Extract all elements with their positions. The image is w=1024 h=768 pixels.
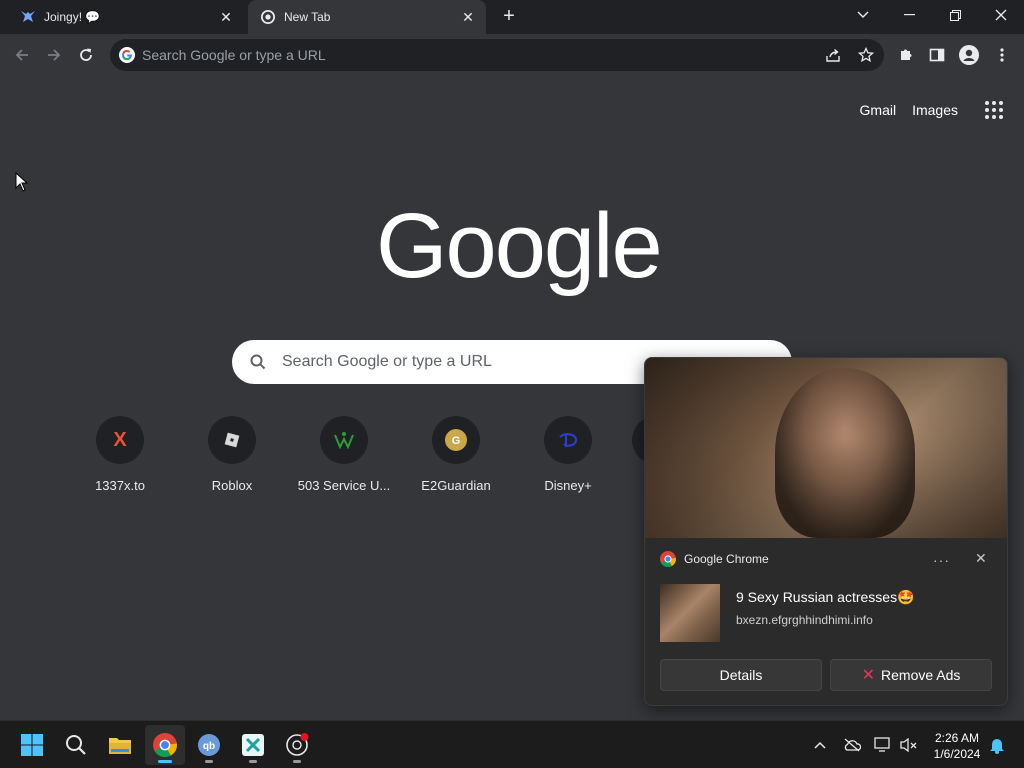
google-apps-grid-icon[interactable] bbox=[982, 98, 1006, 122]
side-panel-icon[interactable] bbox=[924, 42, 950, 68]
taskbar-search-icon[interactable] bbox=[56, 725, 96, 765]
omnibox-input[interactable] bbox=[142, 47, 884, 63]
tab-close-icon[interactable]: ✕ bbox=[458, 7, 478, 27]
network-icon[interactable] bbox=[872, 731, 894, 759]
roblox-favicon-icon bbox=[208, 416, 256, 464]
reload-button[interactable] bbox=[73, 42, 99, 68]
disney-plus-favicon-icon bbox=[544, 416, 592, 464]
details-label: Details bbox=[719, 667, 763, 683]
svg-text:G: G bbox=[452, 435, 461, 447]
mouse-cursor-icon bbox=[15, 172, 29, 192]
reload-icon bbox=[80, 48, 92, 61]
notification-app-name: Google Chrome bbox=[684, 552, 769, 566]
notification-details-button[interactable]: Details bbox=[660, 659, 822, 691]
extensions-puzzle-icon[interactable] bbox=[893, 42, 919, 68]
tab-search-icon[interactable] bbox=[840, 0, 886, 30]
503-service-favicon-icon bbox=[320, 416, 368, 464]
e2guardian-favicon-icon: G bbox=[432, 416, 480, 464]
new-tab-button[interactable]: + bbox=[498, 6, 520, 28]
tab-title: Joingy! 💬 bbox=[44, 10, 101, 24]
address-bar[interactable] bbox=[110, 39, 884, 71]
ntp-top-links: Gmail Images bbox=[860, 98, 1006, 122]
search-icon bbox=[250, 354, 266, 370]
google-g-icon bbox=[119, 47, 135, 63]
taskbar-chrome-icon[interactable] bbox=[145, 725, 185, 765]
joingy-icon bbox=[20, 9, 36, 25]
back-button[interactable] bbox=[9, 42, 35, 68]
notification-header: Google Chrome bbox=[660, 551, 769, 567]
shortcut-label: E2Guardian bbox=[421, 478, 491, 493]
shortcut-e2guardian[interactable]: G E2Guardian bbox=[400, 416, 512, 493]
restore-button[interactable] bbox=[932, 0, 978, 30]
notification-bell-icon[interactable] bbox=[986, 731, 1008, 759]
profile-avatar-icon[interactable] bbox=[956, 42, 982, 68]
obs-studio-icon[interactable] bbox=[277, 725, 317, 765]
minimize-button[interactable] bbox=[886, 0, 932, 30]
xbox-like-app-icon[interactable] bbox=[233, 725, 273, 765]
tab-new-tab[interactable]: New Tab ✕ bbox=[248, 0, 486, 34]
shortcut-503-service[interactable]: 503 Service U... bbox=[288, 416, 400, 493]
qbittorrent-icon[interactable]: qb bbox=[189, 725, 229, 765]
show-hidden-icons-chevron-icon[interactable] bbox=[809, 731, 831, 759]
forward-arrow-icon bbox=[48, 49, 61, 61]
file-explorer-icon[interactable] bbox=[100, 725, 140, 765]
onedrive-offline-icon[interactable] bbox=[841, 731, 863, 759]
close-window-button[interactable] bbox=[978, 0, 1024, 30]
shortcut-roblox[interactable]: Roblox bbox=[176, 416, 288, 493]
shortcut-1337x[interactable]: X 1337x.to bbox=[64, 416, 176, 493]
notification-close-icon[interactable]: ✕ bbox=[975, 550, 987, 567]
google-chrome-icon bbox=[660, 551, 676, 567]
shortcut-label: Roblox bbox=[211, 478, 253, 493]
notification-thumbnail-image bbox=[660, 584, 720, 642]
windows-taskbar: qb 2:26 AM 1/6/2024 bbox=[0, 720, 1024, 768]
notification-title: 9 Sexy Russian actresses🤩 bbox=[736, 589, 915, 605]
tab-title: New Tab bbox=[284, 10, 331, 24]
gmail-link[interactable]: Gmail bbox=[860, 102, 897, 118]
shortcut-label: 503 Service U... bbox=[297, 478, 391, 493]
clock-date: 1/6/2024 bbox=[933, 747, 981, 761]
browser-toolbar bbox=[0, 34, 1024, 76]
volume-muted-icon[interactable] bbox=[898, 731, 920, 759]
svg-text:qb: qb bbox=[203, 741, 215, 752]
google-logo: Google bbox=[376, 195, 663, 297]
shortcut-label: Disney+ bbox=[544, 478, 592, 493]
notification-hero-image bbox=[645, 358, 1007, 538]
back-arrow-icon bbox=[15, 49, 28, 61]
notification-remove-ads-button[interactable]: ✕ Remove Ads bbox=[830, 659, 992, 691]
windows-start-icon[interactable] bbox=[12, 725, 52, 765]
tab-joingy[interactable]: Joingy! 💬 ✕ bbox=[8, 0, 244, 34]
tab-strip: Joingy! 💬 ✕ New Tab ✕ + bbox=[0, 0, 1024, 34]
chrome-notification-toast[interactable]: Google Chrome ··· ✕ 9 Sexy Russian actre… bbox=[644, 357, 1008, 706]
share-icon[interactable] bbox=[820, 42, 846, 68]
bookmark-star-icon[interactable] bbox=[853, 42, 879, 68]
chrome-menu-icon[interactable] bbox=[989, 42, 1015, 68]
red-x-icon: ✕ bbox=[861, 667, 876, 684]
1337x-favicon-icon: X bbox=[96, 416, 144, 464]
notification-source-domain: bxezn.efgrghhindhimi.info bbox=[736, 613, 873, 627]
clock-time: 2:26 AM bbox=[934, 731, 980, 745]
images-link[interactable]: Images bbox=[912, 102, 958, 118]
shortcut-label: 1337x.to bbox=[95, 478, 145, 493]
remove-ads-label: Remove Ads bbox=[881, 667, 961, 683]
forward-button[interactable] bbox=[41, 42, 67, 68]
taskbar-clock[interactable]: 2:26 AM 1/6/2024 bbox=[926, 730, 988, 762]
chrome-icon bbox=[260, 9, 276, 25]
notification-more-options-icon[interactable]: ··· bbox=[933, 552, 950, 568]
tab-close-icon[interactable]: ✕ bbox=[216, 7, 236, 27]
